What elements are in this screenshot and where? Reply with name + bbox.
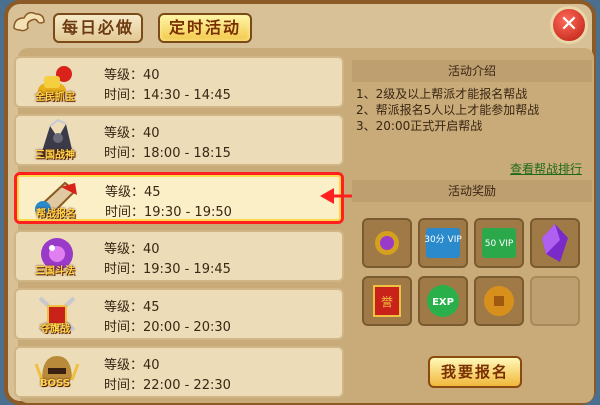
reward-slot-3[interactable] bbox=[530, 218, 580, 268]
activity-level: 等级：40 bbox=[104, 242, 160, 257]
intro-line: 1、2级及以上帮派才能报名帮战 bbox=[356, 87, 528, 101]
copper-coin-icon bbox=[484, 286, 514, 316]
activity-name: 三国斗法 bbox=[35, 266, 75, 277]
reward-slot-6[interactable] bbox=[474, 276, 524, 326]
close-button[interactable]: ✕ bbox=[550, 6, 588, 44]
activity-time: 时间：20:00 - 20:30 bbox=[104, 320, 231, 335]
svg-text:50 VIP: 50 VIP bbox=[485, 239, 514, 249]
activity-time: 时间：19:30 - 19:45 bbox=[104, 262, 231, 277]
reward-slot-0[interactable] bbox=[362, 218, 412, 268]
activity-level: 等级：45 bbox=[105, 185, 161, 200]
activity-level: 等级：40 bbox=[104, 68, 160, 83]
activity-name: 三国战神 bbox=[35, 150, 75, 161]
activity-row-4[interactable]: 夺旗战 等级：45 时间：20:00 - 20:30 bbox=[14, 288, 344, 340]
exp-orb-icon: EXP bbox=[427, 285, 459, 317]
view-ranking-link[interactable]: 查看帮战排行 bbox=[510, 160, 582, 177]
activity-time: 时间：19:30 - 19:50 bbox=[105, 205, 232, 220]
svg-text:30分 VIP: 30分 VIP bbox=[424, 234, 462, 245]
activity-list[interactable]: 全民抓宝 等级：40 时间：14:30 - 14:45 三国战神 等级：40 时… bbox=[14, 56, 344, 401]
activity-time: 时间：22:00 - 22:30 bbox=[104, 378, 231, 393]
activity-level: 等级：40 bbox=[104, 358, 160, 373]
reward-slot-5[interactable]: EXP bbox=[418, 276, 468, 326]
intro-text: 1、2级及以上帮派才能报名帮战 2、帮派报名5人以上才能参加帮战 3、20:00… bbox=[356, 86, 588, 134]
vip-card-icon: 50 VIP bbox=[482, 228, 516, 258]
activity-row-5[interactable]: BOSS 等级：40 时间：22:00 - 22:30 bbox=[14, 346, 344, 398]
tab-timed-activities[interactable]: 定时活动 bbox=[158, 13, 252, 43]
intro-header: 活动介绍 bbox=[352, 60, 592, 82]
activity-name: 夺旗战 bbox=[40, 324, 70, 335]
reward-slot-2[interactable]: 50 VIP bbox=[474, 218, 524, 268]
red-banner-icon: 誉 bbox=[373, 285, 401, 317]
activity-time: 时间：14:30 - 14:45 bbox=[104, 88, 231, 103]
purple-amulet-icon bbox=[375, 231, 399, 255]
reward-slot-1[interactable]: 30分 VIP bbox=[418, 218, 468, 268]
intro-line: 2、帮派报名5人以上才能参加帮战 bbox=[356, 103, 540, 117]
purple-crystal-icon bbox=[542, 224, 568, 262]
svg-text:誉: 誉 bbox=[381, 295, 393, 309]
activity-time: 时间：18:00 - 18:15 bbox=[104, 146, 231, 161]
activity-name: 全民抓宝 bbox=[35, 92, 75, 103]
activity-row-1[interactable]: 三国战神 等级：40 时间：18:00 - 18:15 bbox=[14, 114, 344, 166]
cloud-ornament-icon bbox=[13, 11, 45, 32]
activity-name: 帮战报名 bbox=[36, 209, 76, 220]
tab-daily-tasks[interactable]: 每日必做 bbox=[53, 13, 143, 43]
detail-panel: 活动介绍 1、2级及以上帮派才能报名帮战 2、帮派报名5人以上才能参加帮战 3、… bbox=[352, 56, 592, 401]
reward-slot-4[interactable]: 誉 bbox=[362, 276, 412, 326]
reward-header: 活动奖励 bbox=[352, 180, 592, 202]
activity-level: 等级：40 bbox=[104, 126, 160, 141]
svg-text:EXP: EXP bbox=[432, 297, 454, 308]
activity-level: 等级：45 bbox=[104, 300, 160, 315]
vip-card-icon: 30分 VIP bbox=[424, 228, 462, 258]
intro-line: 3、20:00正式开启帮战 bbox=[356, 119, 483, 133]
reward-slot-7-empty bbox=[530, 276, 580, 326]
activity-row-2-selected[interactable]: 帮战报名 等级：45 时间：19:30 - 19:50 bbox=[14, 172, 344, 224]
signup-button[interactable]: 我要报名 bbox=[428, 356, 522, 388]
activity-row-0[interactable]: 全民抓宝 等级：40 时间：14:30 - 14:45 bbox=[14, 56, 344, 108]
activity-name: BOSS bbox=[39, 378, 71, 389]
activity-row-3[interactable]: 三国斗法 等级：40 时间：19:30 - 19:45 bbox=[14, 230, 344, 282]
